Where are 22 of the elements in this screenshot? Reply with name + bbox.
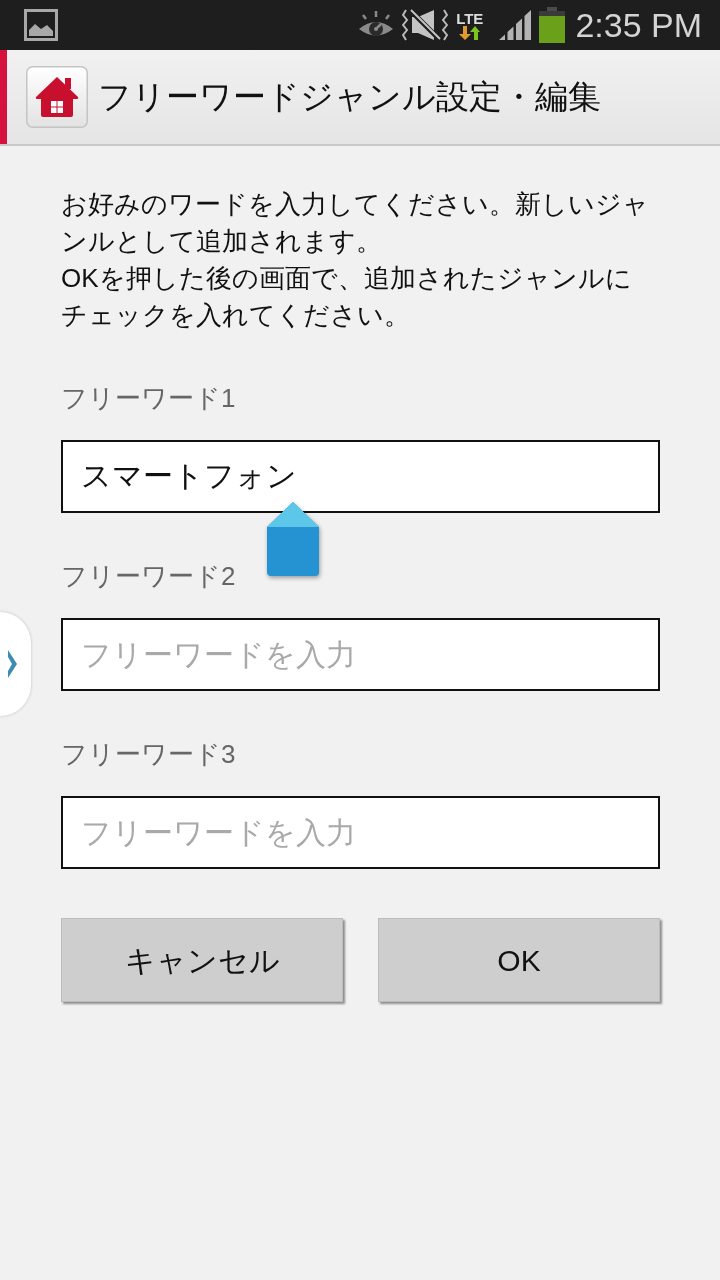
data-transfer-arrows-icon: [458, 25, 481, 40]
home-icon[interactable]: [26, 66, 88, 128]
text-field[interactable]: フリーワードを入力: [61, 618, 660, 691]
eye-icon: [358, 11, 395, 39]
image-notification-icon: [24, 9, 58, 41]
field-label: フリーワード1: [61, 383, 237, 413]
text-field[interactable]: フリーワードを入力: [61, 796, 660, 869]
text-field[interactable]: スマートフォン: [61, 440, 660, 513]
dialog-button[interactable]: OK: [378, 918, 660, 1002]
field-label: フリーワード3: [61, 739, 237, 769]
speaker-muted-icon: [402, 8, 449, 42]
header-title: フリーワードジャンル設定・編集: [98, 77, 601, 117]
signal-strength-icon: [499, 10, 532, 40]
battery-icon: [539, 7, 566, 43]
field-label: フリーワード2: [61, 561, 237, 591]
text-cursor-handle[interactable]: [266, 501, 320, 577]
instruction-text: お好みのワードを入力してください。新しいジャンルとして追加されます。: [61, 188, 650, 258]
status-time: 2:35 PM: [575, 8, 702, 42]
chevron-right-icon: [7, 649, 18, 679]
network-type-label: LTE: [456, 10, 484, 26]
dialog-button[interactable]: キャンセル: [61, 918, 343, 1002]
instruction-text: OKを押した後の画面で、追加されたジャンルにチェックを入れてください。: [61, 262, 633, 332]
